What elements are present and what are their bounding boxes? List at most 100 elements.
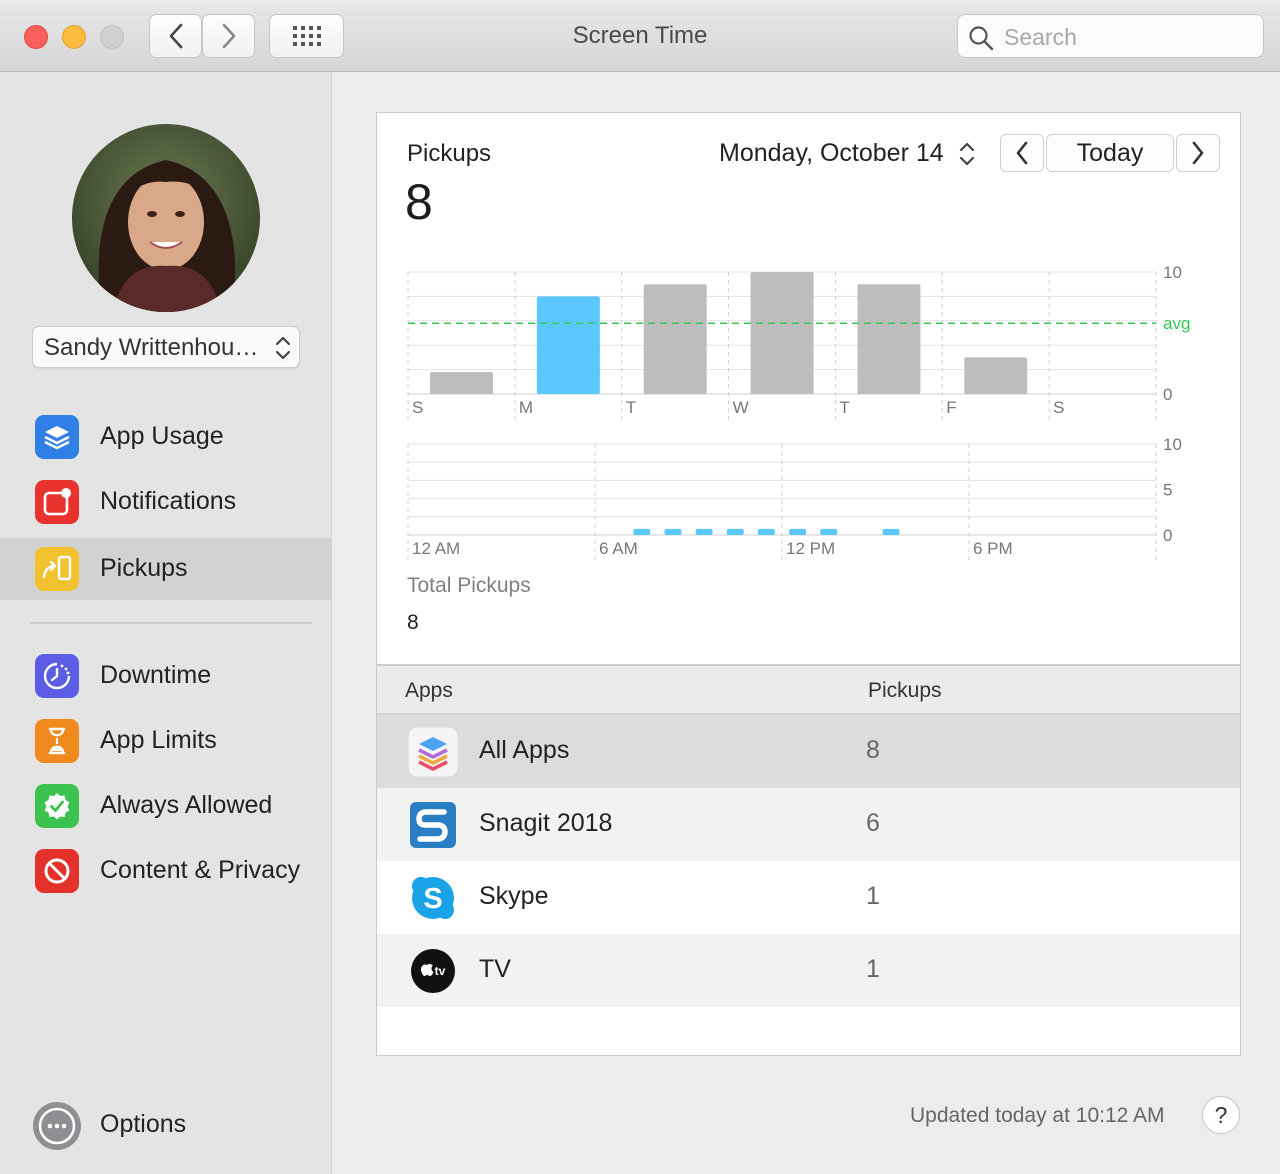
x-tick-label: T	[626, 398, 636, 417]
sidebar: Sandy Writtenhou… App Usage Notification…	[0, 72, 332, 1174]
search-field[interactable]: Search	[957, 14, 1264, 58]
sidebar-item-label: App Limits	[100, 726, 217, 754]
sidebar-item-label: Notifications	[100, 487, 237, 515]
total-pickups-value: 8	[407, 611, 419, 634]
chevron-right-icon	[1192, 141, 1204, 165]
app-name: TV	[479, 955, 511, 983]
x-tick-label: S	[412, 398, 423, 417]
checkmark-seal-icon	[35, 784, 79, 828]
x-tick-label: 12 AM	[412, 539, 460, 558]
table-row-tv[interactable]: tv TV 1	[377, 934, 1240, 1007]
app-pickups: 1	[866, 955, 880, 983]
sidebar-item-app-limits[interactable]: App Limits	[0, 710, 332, 772]
y-tick-label: 10	[1163, 263, 1182, 282]
today-button[interactable]: Today	[1046, 134, 1174, 172]
x-tick-label: T	[839, 398, 849, 417]
search-icon	[969, 26, 994, 51]
date-label: Monday, October 14	[719, 139, 944, 167]
sidebar-divider	[30, 622, 312, 624]
app-pickups: 6	[866, 809, 880, 837]
app-name: All Apps	[479, 736, 570, 764]
y-tick-label: 10	[1163, 435, 1182, 454]
chevron-left-icon	[1016, 141, 1028, 165]
bar	[750, 272, 814, 394]
svg-text:S: S	[423, 883, 442, 915]
all-apps-stack-icon	[407, 726, 459, 778]
date-selector[interactable]: Monday, October 14	[719, 139, 975, 168]
apple-tv-icon: tv	[408, 946, 458, 996]
y-tick-label: 5	[1163, 481, 1172, 500]
bar	[430, 372, 493, 394]
bar	[536, 296, 600, 394]
user-name: Sandy Writtenhou…	[44, 334, 259, 361]
bar	[695, 528, 713, 535]
user-select[interactable]: Sandy Writtenhou…	[32, 326, 300, 368]
sidebar-item-label: App Usage	[100, 422, 224, 450]
bar	[789, 528, 807, 535]
snagit-icon	[408, 800, 458, 850]
apps-table-header: Apps Pickups	[377, 664, 1240, 715]
options-button[interactable]: Options	[0, 1094, 332, 1156]
bar	[664, 528, 682, 535]
ellipsis-circle-icon	[33, 1102, 81, 1150]
app-pickups: 1	[866, 882, 880, 910]
up-down-chevron-icon	[959, 142, 975, 166]
updated-timestamp: Updated today at 10:12 AM	[910, 1104, 1165, 1127]
options-label: Options	[100, 1110, 187, 1138]
x-tick-label: M	[519, 398, 533, 417]
bar	[820, 528, 838, 535]
pickups-count: 8	[405, 174, 433, 230]
bar	[757, 528, 775, 535]
bar	[882, 528, 900, 535]
help-button[interactable]: ?	[1202, 1096, 1240, 1134]
sidebar-item-label: Downtime	[100, 661, 212, 689]
total-pickups-label: Total Pickups	[407, 574, 531, 597]
table-row-skype[interactable]: S Skype 1	[377, 861, 1240, 934]
sidebar-item-notifications[interactable]: Notifications	[0, 471, 332, 533]
app-name: Snagit 2018	[479, 809, 613, 837]
sidebar-item-downtime[interactable]: Downtime	[0, 645, 332, 707]
x-tick-label: 12 PM	[786, 539, 835, 558]
sidebar-item-always-allowed[interactable]: Always Allowed	[0, 775, 332, 837]
bar	[633, 528, 651, 535]
app-pickups: 8	[866, 736, 880, 764]
pickups-panel: Pickups 8 Monday, October 14 Today S M T W T…	[376, 112, 1241, 1056]
table-row-all-apps[interactable]: All Apps 8	[377, 715, 1240, 788]
x-tick-label: 6 AM	[599, 539, 638, 558]
avg-label: avg	[1163, 314, 1190, 333]
x-tick-label: S	[1053, 398, 1064, 417]
up-down-chevron-icon	[275, 336, 291, 360]
skype-icon: S	[408, 873, 458, 923]
sidebar-item-label: Content & Privacy	[100, 856, 301, 884]
apps-column-header[interactable]: Apps	[405, 679, 453, 703]
notification-badge-icon	[35, 480, 79, 524]
hourglass-icon	[35, 719, 79, 763]
x-tick-label: 6 PM	[973, 539, 1013, 558]
bar	[964, 357, 1028, 394]
pickups-column-header[interactable]: Pickups	[868, 679, 942, 703]
sidebar-item-label: Pickups	[100, 554, 188, 582]
sidebar-item-label: Always Allowed	[100, 791, 273, 819]
previous-day-button[interactable]	[1000, 134, 1044, 172]
sidebar-item-app-usage[interactable]: App Usage	[0, 406, 332, 468]
y-tick-label: 0	[1163, 526, 1172, 545]
sidebar-item-content-privacy[interactable]: Content & Privacy	[0, 840, 332, 902]
x-tick-label: W	[733, 398, 749, 417]
bar	[857, 284, 921, 394]
downtime-clock-icon	[35, 654, 79, 698]
next-day-button[interactable]	[1176, 134, 1220, 172]
no-entry-icon	[35, 849, 79, 893]
today-label: Today	[1076, 138, 1144, 167]
panel-title: Pickups	[407, 140, 492, 167]
hourly-pickups-chart: 12 AM 6 AM 12 PM 6 PM 10 5 0	[407, 435, 1182, 561]
sidebar-item-pickups[interactable]: Pickups	[0, 538, 332, 600]
svg-text:tv: tv	[435, 964, 446, 978]
table-row-snagit[interactable]: Snagit 2018 6	[377, 788, 1240, 861]
user-photo	[72, 124, 260, 312]
x-tick-label: F	[946, 398, 956, 417]
weekly-pickups-chart: S M T W T F Savg 10 0	[407, 263, 1190, 424]
y-tick-label: 0	[1163, 385, 1172, 404]
bar	[643, 284, 707, 394]
title-bar: Screen Time Search	[0, 0, 1280, 72]
app-name: Skype	[479, 882, 549, 910]
